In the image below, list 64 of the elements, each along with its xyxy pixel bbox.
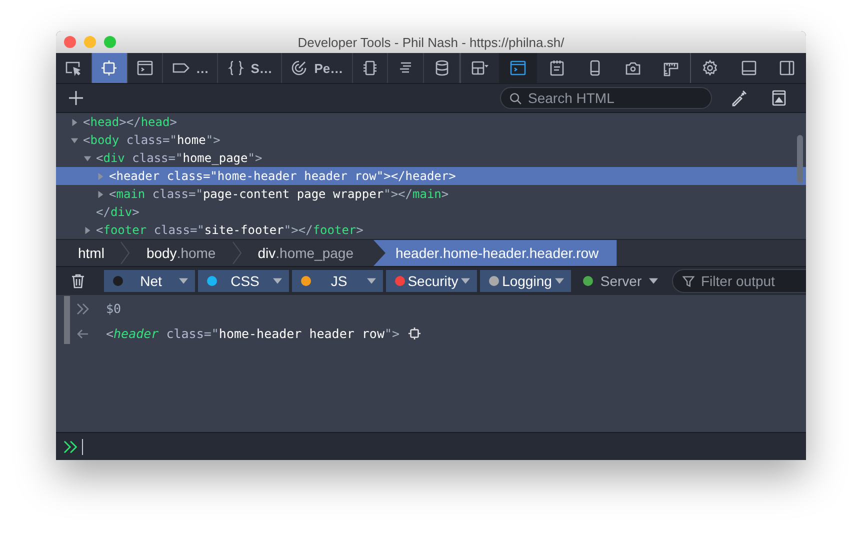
console-output[interactable]: <header class="home-header header row"> [106,326,400,341]
filter-toggle[interactable]: JS [292,270,383,292]
tool-tab[interactable]: … [163,53,218,83]
expand-triangle-icon[interactable] [83,226,92,234]
inspector-icon [100,59,118,77]
filter-toggle[interactable]: Logging [480,270,571,292]
dock-bottom-icon [740,59,758,77]
filter-toggle[interactable]: CSS [198,270,289,292]
window-title: Developer Tools - Phil Nash - https://philna.sh/ [298,34,564,50]
dock-side-icon [778,59,796,77]
collapse-triangle-icon[interactable] [70,136,79,144]
sidebar-toggle-icon[interactable] [770,89,788,107]
chip-icon [360,59,379,77]
eyedropper-icon[interactable] [730,89,748,107]
tool-tab[interactable]: S… [218,53,282,83]
caret-icon [367,278,376,284]
command-text: $0 [106,301,122,316]
inspect-node-icon[interactable] [408,327,421,340]
markup-node[interactable]: <div class="home_page"> [96,151,262,165]
trash-icon[interactable] [70,273,86,289]
filter-toggle[interactable]: Net [104,270,195,292]
markup-node[interactable]: <header class="home-header header row"></header> [109,169,456,183]
result-arrow-icon [76,328,90,340]
caret-icon [179,278,188,284]
text-cursor [82,438,83,454]
caret-icon [555,278,564,284]
expand-triangle-icon[interactable] [70,118,79,126]
breadcrumb[interactable]: div.home_page [254,240,358,266]
markup-node[interactable]: <head></head> [83,115,177,129]
caret-icon [649,278,658,284]
console-input-field[interactable] [56,432,806,460]
chevron-icon [120,241,130,265]
caret-icon [461,278,470,284]
inspector-button[interactable] [92,53,128,83]
markup-node[interactable]: </div> [96,205,140,219]
collapse-triangle-icon[interactable] [83,154,92,162]
console-icon [136,59,154,77]
markup-node[interactable]: <footer class="site-footer"></footer> [96,223,364,237]
entry-marker [64,296,70,344]
console-button[interactable] [499,53,538,83]
caret-icon [273,278,282,284]
filter-toggle[interactable]: Server [574,270,665,292]
breadcrumb[interactable]: header.home-header.header.row [373,240,617,266]
plus-icon[interactable] [68,90,84,106]
gauge-icon [290,59,308,77]
settings-icon [701,59,720,77]
markup-node[interactable]: <main class="page-content page wrapper"></main> [109,187,449,201]
search-field[interactable]: Search HTML [500,87,712,109]
pick-element-icon [64,59,82,77]
tool-tab[interactable]: Pe… [282,53,353,83]
chevron-icon [232,241,242,265]
scrollbar[interactable] [797,135,803,183]
filter-toggle[interactable]: Security [386,270,477,292]
filter-field[interactable]: Filter output [672,269,806,293]
prompt-icon [63,440,80,454]
breadcrumb[interactable]: body.home [142,240,220,266]
expand-triangle-icon[interactable] [96,190,105,198]
console-icon [509,59,528,77]
breadcrumb[interactable]: html [74,240,108,266]
braces-icon [226,59,245,77]
input-prompt-icon [76,302,90,314]
markup-node[interactable]: <body class="home"> [83,133,220,147]
layout-icon [471,59,490,77]
notepad-icon [548,59,566,77]
